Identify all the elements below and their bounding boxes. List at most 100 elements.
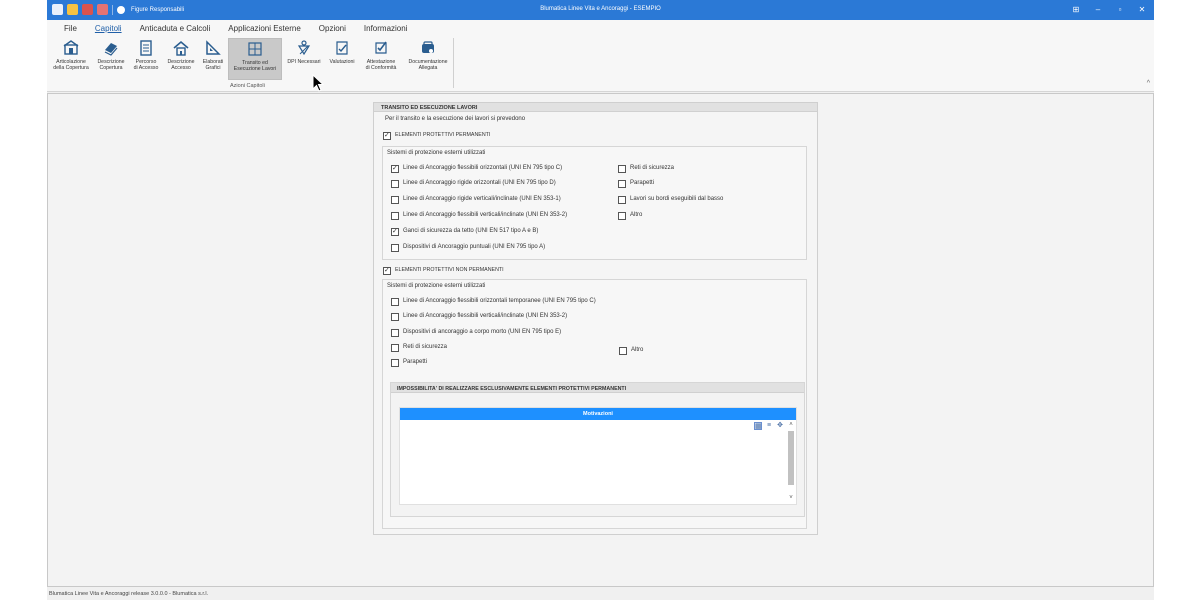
transit-icon [248, 42, 262, 56]
option-label: Parapetti [403, 359, 428, 365]
certificate-icon [375, 41, 387, 54]
harness-icon [297, 40, 311, 56]
menu-informazioni[interactable]: Informazioni [355, 24, 417, 33]
menu-anticaduta[interactable]: Anticaduta e Calcoli [131, 24, 220, 33]
access-path-icon [140, 40, 152, 56]
minimize-button[interactable]: – [1090, 3, 1106, 17]
menu-capitoli[interactable]: Capitoli [86, 24, 131, 33]
ribbon-label: Documentazione Allegata [408, 59, 448, 71]
ribbon-percorso-button[interactable]: Percorso di Accesso [130, 38, 162, 80]
perm-option-right[interactable]: Lavori su bordi eseguibili dal basso [618, 196, 798, 206]
option-label: Ganci di sicurezza da tetto (UNI EN 517 … [403, 228, 539, 234]
roof-description-icon [104, 43, 118, 56]
checkbox[interactable] [391, 244, 399, 252]
non-permanent-checkbox-row[interactable]: ELEMENTI PROTETTIVI NON PERMANENTI [383, 266, 583, 277]
ribbon-attestazione-button[interactable]: Attestazione di Conformità [360, 38, 402, 80]
checkbox[interactable] [391, 313, 399, 321]
option-label: Dispositivi di ancoraggio a corpo morto … [403, 329, 562, 335]
perm-option-right[interactable]: Parapetti [618, 180, 798, 190]
checkbox[interactable] [618, 196, 626, 204]
option-label: Linee di Ancoraggio flessibili orizzonta… [403, 298, 596, 304]
nonperm-altro-option[interactable]: Altro [619, 347, 719, 357]
perm-option-right[interactable]: Reti di sicurezza [618, 165, 798, 175]
list-view-icon[interactable]: ≡ [765, 422, 773, 430]
mouse-cursor-icon [312, 74, 325, 92]
checkbox[interactable] [619, 347, 627, 355]
ribbon-documentazione-button[interactable]: Documentazione Allegata [404, 38, 452, 80]
set-square-icon [206, 40, 221, 55]
layout-icon[interactable]: ⊞ [1068, 3, 1084, 17]
perm-option[interactable]: Linee di Ancoraggio flessibili verticali… [391, 212, 621, 222]
ribbon: Articolazione della Copertura Descrizion… [47, 36, 1154, 92]
option-label: Altro [630, 212, 643, 218]
option-label: Linee di Ancoraggio flessibili verticali… [403, 313, 568, 319]
move-icon[interactable]: ✥ [776, 422, 784, 430]
option-label: Lavori su bordi eseguibili dal basso [630, 196, 724, 202]
impossibility-title: IMPOSSIBILITA' DI REALIZZARE ESCLUSIVAME… [391, 383, 804, 393]
nonperm-option[interactable]: Linee di Ancoraggio flessibili orizzonta… [391, 298, 691, 308]
perm-option[interactable]: Linee di Ancoraggio rigide verticali/inc… [391, 196, 621, 206]
window-title: Blumatica Linee Vita e Ancoraggi - ESEMP… [540, 6, 661, 12]
checkbox[interactable] [391, 164, 399, 173]
ribbon-descrizione-accesso-button[interactable]: Descrizione Accesso [164, 38, 198, 80]
non-permanent-checkbox[interactable] [383, 266, 391, 275]
ribbon-elaborati-button[interactable]: Elaborati Grafici [199, 38, 227, 80]
perm-option-right[interactable]: Altro [618, 212, 798, 222]
nonperm-option[interactable]: Reti di sicurezza [391, 344, 591, 354]
scroll-down-icon[interactable]: ˅ [787, 495, 795, 501]
perm-option[interactable]: Ganci di sicurezza da tetto (UNI EN 517 … [391, 227, 621, 238]
non-permanent-label: ELEMENTI PROTETTIVI NON PERMANENTI [395, 267, 504, 273]
scroll-up-icon[interactable]: ˄ [787, 422, 795, 428]
checkbox[interactable] [618, 180, 626, 188]
nonperm-option[interactable]: Parapetti [391, 359, 591, 369]
ribbon-descrizione-copertura-button[interactable]: Descrizione Copertura [94, 38, 128, 80]
ribbon-label: Attestazione di Conformità [365, 59, 397, 71]
permanent-checkbox-row[interactable]: ELEMENTI PROTETTIVI PERMANENTI [383, 131, 583, 142]
permanent-label: ELEMENTI PROTETTIVI PERMANENTI [395, 132, 491, 138]
checkbox[interactable] [391, 212, 399, 220]
main-content: TRANSITO ED ESECUZIONE LAVORI Per il tra… [47, 93, 1154, 587]
checkbox[interactable] [391, 359, 399, 367]
menu-opzioni[interactable]: Opzioni [310, 24, 355, 33]
checkbox[interactable] [391, 329, 399, 337]
perm-option[interactable]: Linee di Ancoraggio rigide orizzontali (… [391, 180, 621, 190]
maximize-button[interactable]: ▫ [1112, 3, 1128, 17]
group-title: Sistemi di protezione esterni utilizzati [387, 150, 486, 156]
option-label: Linee di Ancoraggio rigide orizzontali (… [403, 180, 556, 186]
perm-option[interactable]: Linee di Ancoraggio flessibili orizzonta… [391, 164, 621, 175]
ribbon-articolazione-button[interactable]: Articolazione della Copertura [49, 38, 93, 80]
checkbox[interactable] [618, 165, 626, 173]
option-label: Dispositivi di Ancoraggio puntuali (UNI … [403, 244, 546, 250]
checkbox[interactable] [391, 196, 399, 204]
grid-view-icon[interactable]: ▦ [754, 422, 762, 430]
menu-file[interactable]: File [55, 24, 86, 33]
perm-option[interactable]: Dispositivi di Ancoraggio puntuali (UNI … [391, 244, 621, 254]
grid-scrollbar[interactable]: ˄ ˅ [787, 422, 795, 504]
ribbon-label: Transito ed Esecuzione Lavori [233, 60, 277, 72]
scroll-thumb[interactable] [788, 431, 794, 485]
checkbox[interactable] [618, 212, 626, 220]
motivazioni-grid[interactable]: Motivazioni ▦ ≡ ✥ ˄ ˅ [399, 407, 797, 505]
panel-intro: Per il transito e la esecuzione dei lavo… [385, 116, 526, 122]
ribbon-valutazioni-button[interactable]: Valutazioni [326, 38, 358, 80]
ribbon-label: Valutazioni [329, 59, 355, 65]
evaluation-icon [336, 41, 348, 55]
ribbon-group-separator [453, 38, 454, 88]
checkbox[interactable] [391, 298, 399, 306]
attachment-icon [422, 41, 434, 53]
checkbox[interactable] [391, 344, 399, 352]
nonperm-option[interactable]: Dispositivi di ancoraggio a corpo morto … [391, 329, 691, 339]
ribbon-transito-button[interactable]: Transito ed Esecuzione Lavori [228, 38, 282, 80]
checkbox[interactable] [391, 227, 399, 236]
menu-applicazioni[interactable]: Applicazioni Esterne [219, 24, 309, 33]
permanent-checkbox[interactable] [383, 131, 391, 140]
option-label: Reti di sicurezza [403, 344, 448, 350]
nonperm-option[interactable]: Linee di Ancoraggio flessibili verticali… [391, 313, 691, 323]
option-label: Linee di Ancoraggio flessibili orizzonta… [403, 165, 563, 171]
transito-panel: TRANSITO ED ESECUZIONE LAVORI Per il tra… [373, 102, 818, 535]
close-button[interactable]: ✕ [1134, 3, 1150, 17]
group-title: Sistemi di protezione esterni utilizzati [387, 283, 486, 289]
collapse-ribbon-button[interactable]: ^ [1147, 80, 1150, 87]
checkbox[interactable] [391, 180, 399, 188]
roof-structure-icon [63, 40, 79, 55]
